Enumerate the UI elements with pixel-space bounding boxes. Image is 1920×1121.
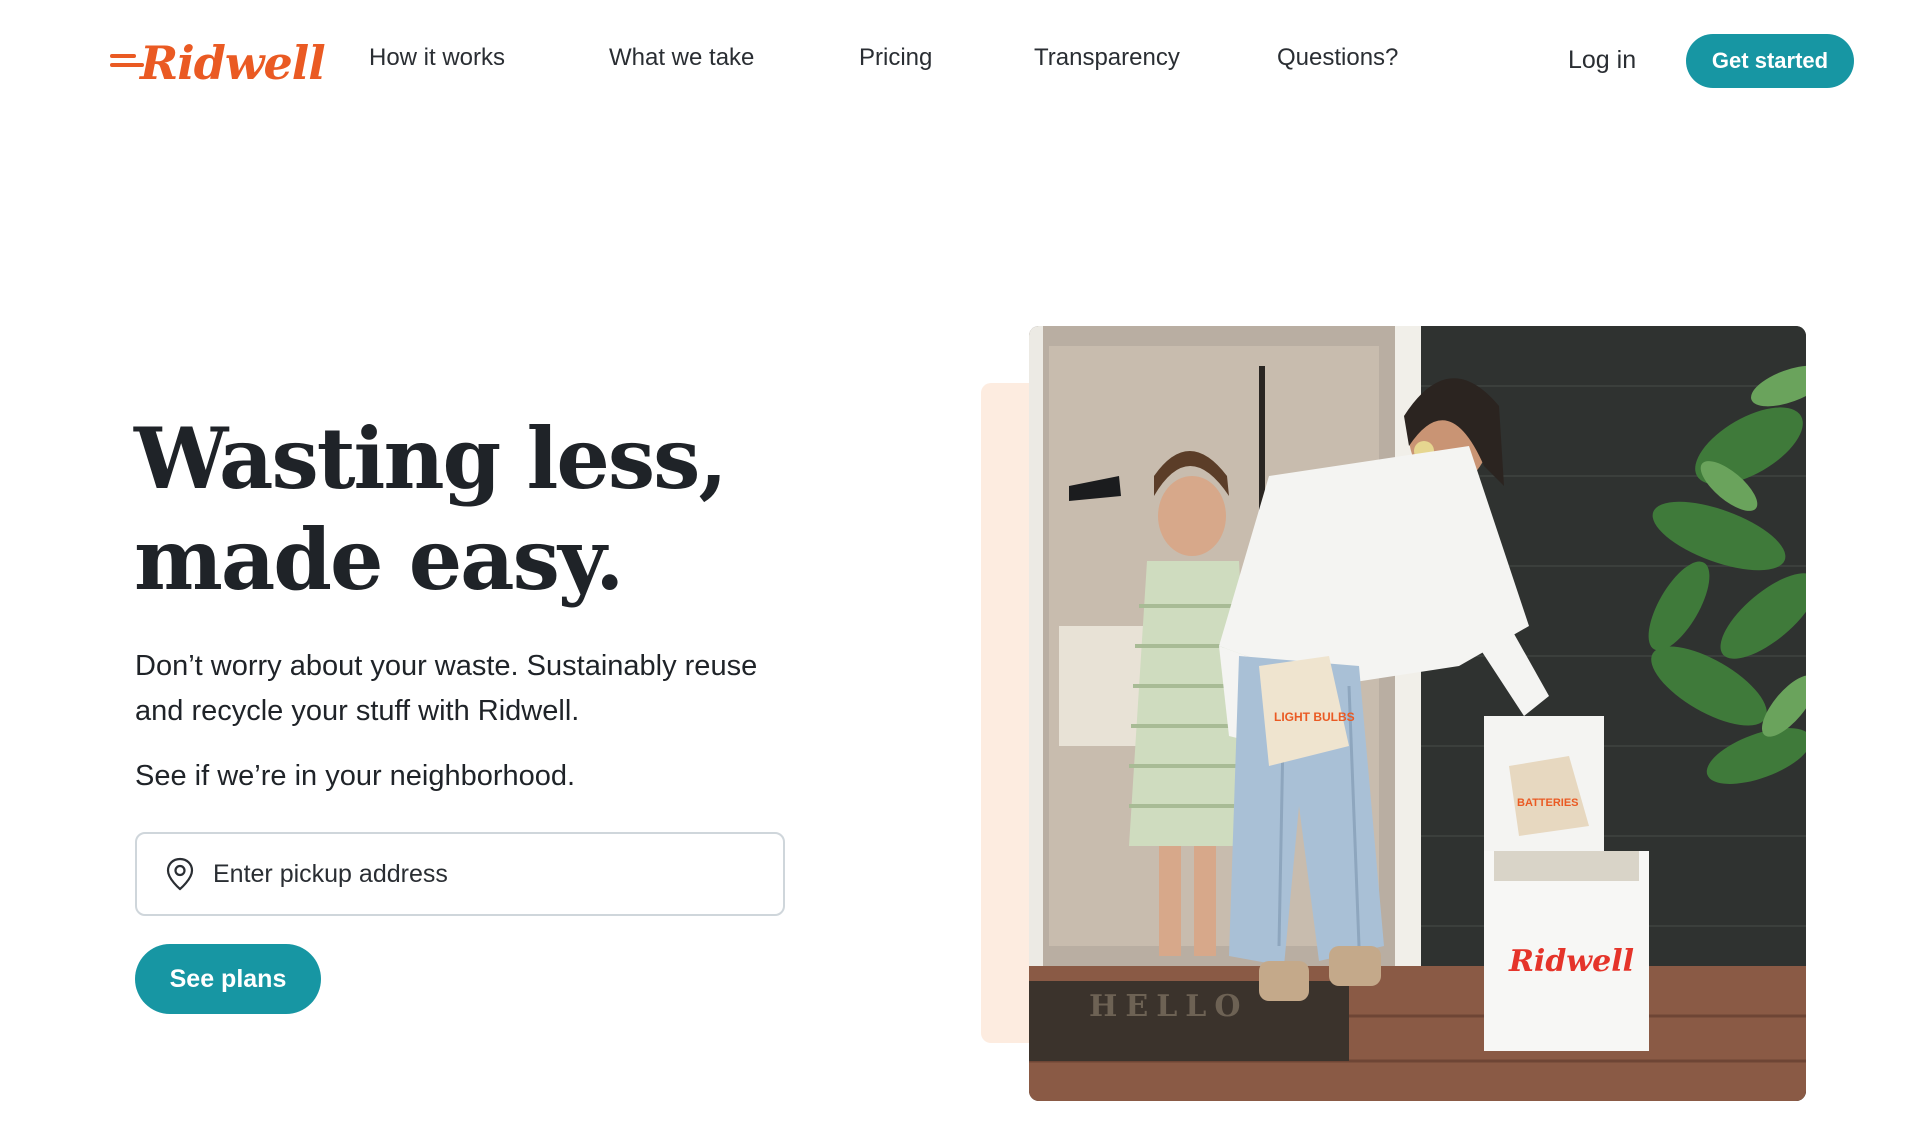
login-link[interactable]: Log in xyxy=(1568,46,1636,75)
nav-what-we-take[interactable]: What we take xyxy=(609,44,754,72)
location-pin-icon xyxy=(166,857,194,891)
see-plans-button[interactable]: See plans xyxy=(135,944,321,1014)
get-started-button[interactable]: Get started xyxy=(1686,34,1854,88)
hero-photo: HELLO LIGHT BULBS BATTERIES Ridwell xyxy=(1029,326,1806,1101)
box-logo: Ridwell xyxy=(1508,944,1634,979)
bag-label-lightbulbs: LIGHT BULBS xyxy=(1274,710,1355,724)
nav-questions[interactable]: Questions? xyxy=(1277,44,1398,72)
subtext-line-1: Don’t worry about your waste. Sustainabl… xyxy=(135,650,758,682)
logo-speed-lines xyxy=(110,54,144,72)
bag-label-batteries: BATTERIES xyxy=(1517,797,1579,809)
nav-pricing[interactable]: Pricing xyxy=(859,44,932,72)
hero-subtext: Don’t worry about your waste. Sustainabl… xyxy=(135,644,815,734)
address-input[interactable] xyxy=(211,858,735,890)
nav-transparency[interactable]: Transparency xyxy=(1034,44,1180,72)
hero-headline: Wasting less, made easy. xyxy=(134,408,754,610)
headline-line-1: Wasting less, xyxy=(134,409,728,508)
nav-how-it-works[interactable]: How it works xyxy=(369,44,505,72)
neighborhood-prompt: See if we’re in your neighborhood. xyxy=(135,760,576,792)
site-header: Ridwell How it works What we take Pricin… xyxy=(0,0,1920,120)
subtext-line-2: and recycle your stuff with Ridwell. xyxy=(135,695,580,727)
svg-text:HELLO: HELLO xyxy=(1089,989,1249,1024)
ridwell-logo[interactable]: Ridwell xyxy=(110,36,326,90)
address-field[interactable] xyxy=(135,832,785,916)
hero-photo-illustration: HELLO LIGHT BULBS BATTERIES Ridwell xyxy=(1029,326,1806,1101)
headline-line-2: made easy. xyxy=(134,510,624,609)
logo-wordmark: Ridwell xyxy=(140,36,326,90)
